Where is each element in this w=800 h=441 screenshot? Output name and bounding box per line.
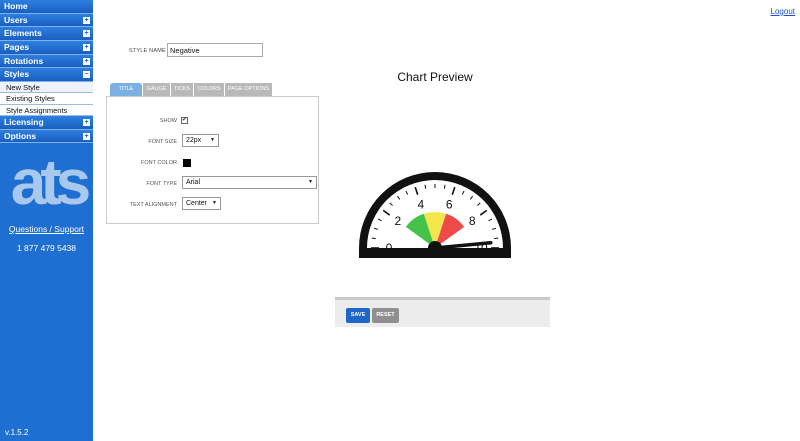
sidebar-item-styles[interactable]: Styles − xyxy=(0,68,93,83)
tab-colors[interactable]: COLORS xyxy=(194,83,224,96)
font-size-label: FONT SIZE xyxy=(148,139,177,145)
sidebar-item-elements[interactable]: Elements + xyxy=(0,27,93,42)
collapse-icon[interactable]: − xyxy=(83,71,90,79)
dropdown-arrow-icon: ▼ xyxy=(212,200,217,206)
sidebar-item-rotations[interactable]: Rotations + xyxy=(0,54,93,69)
style-name-input[interactable] xyxy=(167,43,263,57)
logout-link[interactable]: Logout xyxy=(771,7,795,16)
support-phone: 1 877 479 5438 xyxy=(16,243,77,253)
sidebar-item-licensing[interactable]: Licensing + xyxy=(0,116,93,130)
font-color-label: FONT COLOR xyxy=(141,160,177,166)
sidebar-subitem-existing-styles[interactable]: Existing Styles xyxy=(0,93,93,105)
sidebar-item-label: Pages xyxy=(4,42,30,53)
gauge-tick-label: 4 xyxy=(417,197,424,211)
sidebar-item-label: Elements xyxy=(4,28,42,39)
expand-icon[interactable]: + xyxy=(83,57,90,65)
sidebar-item-label: Styles xyxy=(4,69,30,80)
gauge-chart: 024 6810 xyxy=(359,172,511,258)
sidebar-item-label: Rotations xyxy=(4,55,44,66)
font-size-select[interactable]: 22px ▼ xyxy=(182,134,219,147)
gauge-needle-hub xyxy=(428,241,442,255)
reset-button[interactable]: RESET xyxy=(372,308,399,323)
text-alignment-label: TEXT ALIGNMENT xyxy=(129,202,177,208)
support-link[interactable]: Questions / Support xyxy=(0,224,93,234)
tab-page-options[interactable]: PAGE OPTIONS xyxy=(225,83,272,96)
expand-icon[interactable]: + xyxy=(83,132,90,140)
gauge-tick xyxy=(494,237,499,240)
sidebar-item-pages[interactable]: Pages + xyxy=(0,41,93,55)
dropdown-arrow-icon: ▼ xyxy=(210,137,215,143)
gauge-tick-label: 2 xyxy=(394,214,401,228)
chart-preview-title: Chart Preview xyxy=(397,70,473,84)
sidebar-item-label: Home xyxy=(4,1,28,11)
sidebar-item-users[interactable]: Users + xyxy=(0,13,93,28)
expand-icon[interactable]: + xyxy=(83,44,90,52)
show-checkbox[interactable]: ✔ xyxy=(181,117,188,124)
save-button[interactable]: SAVE xyxy=(346,308,370,323)
font-size-value: 22px xyxy=(186,137,202,144)
dropdown-arrow-icon: ▼ xyxy=(308,179,313,185)
action-bar: SAVE RESET xyxy=(335,297,550,327)
sidebar-item-home[interactable]: Home xyxy=(0,0,93,14)
font-type-value: Arial xyxy=(186,179,201,186)
gauge-tick-label: 8 xyxy=(469,214,476,228)
font-type-select[interactable]: Arial ▼ xyxy=(182,176,317,189)
gauge-tick xyxy=(443,184,446,189)
tab-gauge[interactable]: GAUGE xyxy=(143,83,170,96)
expand-icon[interactable]: + xyxy=(83,30,90,38)
title-settings-panel: SHOW ✔ FONT SIZE 22px ▼ FONT COLOR FONT … xyxy=(106,96,319,224)
version-label: v.1.5.2 xyxy=(5,428,29,437)
logo-text: ats xyxy=(11,148,89,214)
gauge-tick xyxy=(371,237,376,240)
expand-icon[interactable]: + xyxy=(83,119,90,127)
sidebar-subitem-style-assignments[interactable]: Style Assignments xyxy=(0,104,93,117)
text-alignment-select[interactable]: Center ▼ xyxy=(182,197,221,210)
font-type-label: FONT TYPE xyxy=(146,181,177,187)
gauge-tick xyxy=(424,184,427,189)
show-label: SHOW xyxy=(159,118,177,124)
sidebar-item-label: Users xyxy=(4,14,28,25)
tab-title[interactable]: TITLE xyxy=(110,83,142,96)
sidebar: Home Users + Elements + Pages + Rotations + … xyxy=(0,0,93,441)
font-color-swatch[interactable] xyxy=(183,159,191,167)
tab-ticks[interactable]: TICKS xyxy=(171,83,193,96)
sidebar-item-options[interactable]: Options + xyxy=(0,129,93,144)
gauge-tick-label: 0 xyxy=(386,241,393,255)
text-alignment-value: Center xyxy=(186,200,208,207)
style-name-label: STYLE NAME xyxy=(129,48,166,54)
gauge-tick-label: 6 xyxy=(446,197,453,211)
sidebar-item-label: Licensing xyxy=(4,117,44,128)
expand-icon[interactable]: + xyxy=(83,16,90,24)
sidebar-subitem-new-style[interactable]: New Style xyxy=(0,82,93,94)
ats-logo: ats xyxy=(11,148,90,214)
app-window: Home Users + Elements + Pages + Rotations + … xyxy=(0,0,800,441)
sidebar-item-label: Options xyxy=(4,130,37,141)
